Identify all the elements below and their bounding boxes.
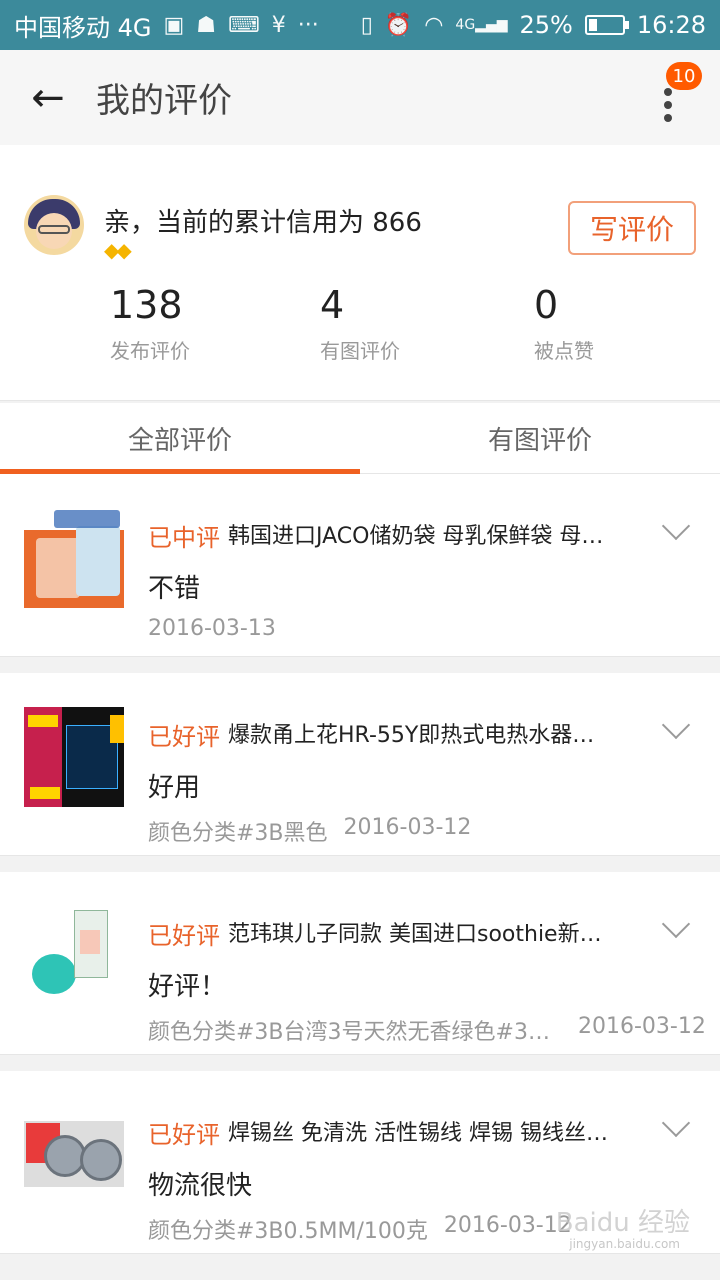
payment-icon: ¥: [271, 12, 286, 38]
write-review-button[interactable]: 写评价: [568, 201, 696, 255]
review-date: 2016-03-13: [148, 616, 276, 641]
stat-value: 0: [534, 283, 559, 327]
product-thumbnail[interactable]: [24, 508, 124, 608]
baidu-watermark-url: jingyan.baidu.com: [569, 1237, 680, 1251]
more-notifications-icon: ···: [297, 12, 319, 38]
list-item[interactable]: 已好评 焊锡丝 免清洗 活性锡线 焊锡 锡线丝… 物流很快 颜色分类#3B0.5…: [0, 1071, 720, 1254]
review-meta: 颜色分类#3B0.5MM/100克 2016-03-12: [148, 1213, 572, 1245]
review-date: 2016-03-12: [343, 815, 472, 840]
clock: 16:28: [636, 11, 706, 39]
product-sku: 颜色分类#3B黑色: [148, 821, 328, 846]
product-sku: 颜色分类#3B台湾3号天然无香绿色#3…: [148, 1020, 550, 1045]
wifi-icon: ◠: [424, 12, 444, 38]
battery-icon: [584, 15, 629, 35]
review-list: 已中评 韩国进口JACO储奶袋 母乳保鲜袋 母… 不错 2016-03-13 已…: [0, 474, 720, 1254]
app-bar: ← 我的评价 10: [0, 50, 720, 145]
list-item[interactable]: 已好评 爆款甬上花HR-55Y即热式电热水器… 好用 颜色分类#3B黑色 2016…: [0, 673, 720, 856]
review-date: 2016-03-12: [578, 1014, 706, 1039]
stat-label: 有图评价: [320, 339, 400, 363]
vibrate-icon: ▯: [360, 12, 373, 38]
chevron-down-icon[interactable]: [661, 710, 691, 740]
review-meta: 颜色分类#3B台湾3号天然无香绿色#3… 2016-03-12: [148, 1014, 706, 1046]
product-name: 韩国进口JACO储奶袋 母乳保鲜袋 母…: [228, 524, 604, 549]
credit-level-diamond-icon: ◆◆: [104, 238, 132, 262]
product-name: 范玮琪儿子同款 美国进口soothie新…: [228, 922, 602, 947]
review-comment: 物流很快: [148, 1171, 253, 1201]
review-meta: 2016-03-13: [148, 616, 276, 641]
stat-likes[interactable]: 0 被点赞: [534, 283, 594, 364]
chevron-down-icon[interactable]: [661, 511, 691, 541]
status-left: 中国移动 4G ▣ ☗ ⌨ ¥ ···: [14, 8, 319, 43]
tab-all-reviews[interactable]: 全部评价: [0, 403, 360, 474]
app-notification-icon: ☗: [196, 12, 217, 38]
rating-status: 已中评: [148, 524, 220, 552]
alarm-icon: ⏰: [384, 12, 413, 38]
status-right: ▯ ⏰ ◠ 4G▂▄▆ 25% 16:28: [361, 11, 706, 39]
review-tabs: 全部评价 有图评价: [0, 403, 720, 474]
review-comment: 好评！: [148, 972, 227, 1002]
review-comment: 不错: [148, 574, 201, 604]
avatar[interactable]: [24, 195, 84, 255]
keyboard-icon: ⌨: [228, 12, 260, 38]
chevron-down-icon[interactable]: [661, 909, 691, 939]
stat-published[interactable]: 138 发布评价: [110, 283, 190, 364]
product-name: 爆款甬上花HR-55Y即热式电热水器…: [228, 723, 595, 748]
rating-status: 已好评: [148, 723, 220, 751]
signal-icon: 4G▂▄▆: [455, 17, 508, 33]
more-vertical-icon: [664, 87, 672, 122]
back-arrow-icon: ←: [31, 74, 65, 121]
profile-summary: 亲，当前的累计信用为 866 ◆◆ 写评价 138 发布评价 4 有图评价 0 …: [0, 145, 720, 401]
carrier-label: 中国移动 4G: [14, 13, 152, 42]
list-item[interactable]: 已好评 范玮琪儿子同款 美国进口soothie新… 好评！ 颜色分类#3B台湾3…: [0, 872, 720, 1055]
product-sku: 颜色分类#3B0.5MM/100克: [148, 1219, 428, 1244]
rating-status: 已好评: [148, 1121, 220, 1149]
stat-label: 发布评价: [110, 339, 190, 363]
review-meta: 颜色分类#3B黑色 2016-03-12: [148, 815, 471, 847]
image-icon: ▣: [163, 12, 185, 38]
tab-photo-reviews[interactable]: 有图评价: [360, 403, 720, 473]
page-title: 我的评价: [96, 81, 232, 121]
review-comment: 好用: [148, 773, 201, 803]
chevron-down-icon[interactable]: [661, 1108, 691, 1138]
battery-percent: 25%: [519, 11, 573, 39]
notification-badge: 10: [666, 62, 702, 90]
status-bar: 中国移动 4G ▣ ☗ ⌨ ¥ ··· ▯ ⏰ ◠ 4G▂▄▆ 25% 16:2…: [0, 0, 720, 50]
stat-value: 4: [320, 283, 345, 327]
product-thumbnail[interactable]: [24, 707, 124, 807]
list-item[interactable]: 已中评 韩国进口JACO储奶袋 母乳保鲜袋 母… 不错 2016-03-13: [0, 474, 720, 657]
baidu-watermark: Baidu 经验: [555, 1208, 690, 1238]
stat-value: 138: [110, 283, 183, 327]
rating-status: 已好评: [148, 922, 220, 950]
product-name: 焊锡丝 免清洗 活性锡线 焊锡 锡线丝…: [228, 1121, 608, 1146]
stat-with-photos[interactable]: 4 有图评价: [320, 283, 400, 364]
back-button[interactable]: ←: [0, 50, 96, 145]
product-thumbnail[interactable]: [24, 1105, 124, 1205]
product-thumbnail[interactable]: [24, 906, 124, 1006]
stat-label: 被点赞: [534, 339, 594, 363]
more-menu-button[interactable]: 10: [648, 50, 702, 145]
review-date: 2016-03-12: [443, 1213, 572, 1238]
credit-score-text: 亲，当前的累计信用为 866: [104, 208, 422, 238]
